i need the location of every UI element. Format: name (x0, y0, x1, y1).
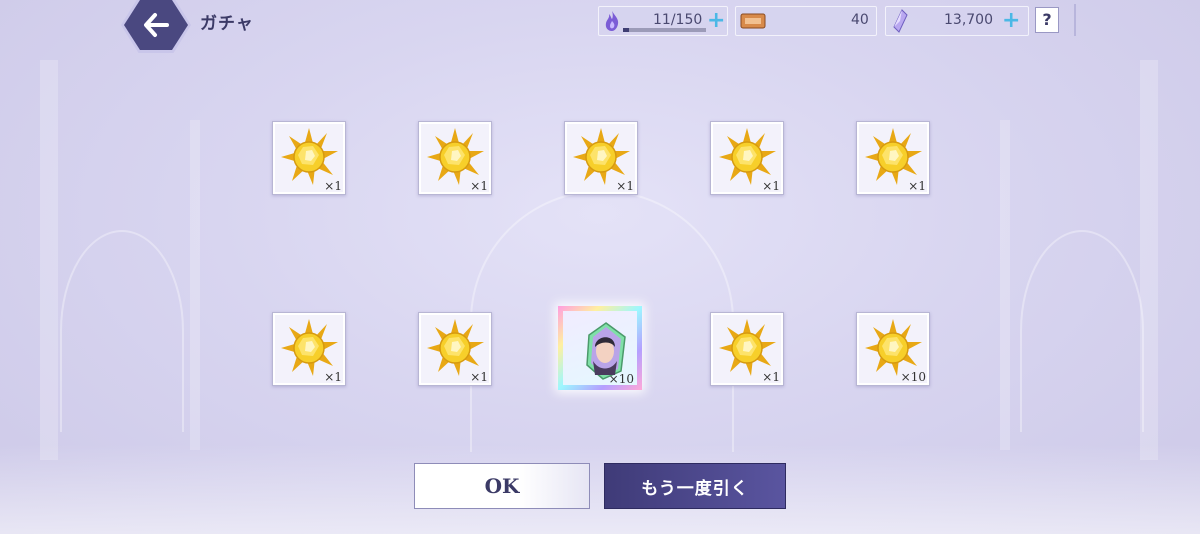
stamina-counter: 11/150 + (598, 6, 728, 36)
item-quantity: ×1 (762, 179, 780, 193)
gold-crystal-icon (719, 319, 776, 376)
item-quantity: ×1 (470, 179, 488, 193)
result-item[interactable]: ×10 (558, 306, 642, 390)
gold-crystal-icon (865, 319, 922, 376)
draw-again-button[interactable]: もう一度引く (604, 463, 786, 509)
arrow-left-icon (144, 13, 169, 37)
page-title: ガチャ (200, 14, 254, 34)
gold-crystal-icon (427, 128, 484, 185)
gold-crystal-icon (281, 128, 338, 185)
result-item[interactable]: ×1 (418, 121, 492, 195)
gold-crystal-icon (573, 128, 630, 185)
item-quantity: ×10 (608, 372, 634, 386)
item-quantity: ×1 (324, 179, 342, 193)
gem-value: 13,700 (944, 12, 993, 28)
stamina-bar (623, 28, 706, 32)
result-item[interactable]: ×1 (272, 121, 346, 195)
item-quantity: ×10 (900, 370, 926, 384)
gold-crystal-icon (427, 319, 484, 376)
result-item[interactable]: ×1 (564, 121, 638, 195)
result-item[interactable]: ×1 (856, 121, 930, 195)
help-button[interactable]: ? (1035, 7, 1059, 33)
ticket-value: 40 (851, 12, 869, 28)
gold-crystal-icon (865, 128, 922, 185)
gem-plus-button[interactable]: + (1002, 8, 1020, 33)
crystal-shard-icon (893, 9, 908, 33)
stamina-value: 11/150 (653, 12, 703, 28)
flame-icon (605, 11, 619, 31)
item-quantity: ×1 (908, 179, 926, 193)
item-quantity: ×1 (616, 179, 634, 193)
gem-counter: 13,700 + (885, 6, 1029, 36)
item-quantity: ×1 (324, 370, 342, 384)
gold-crystal-icon (719, 128, 776, 185)
ticket-icon (740, 13, 766, 29)
stamina-plus-button[interactable]: + (707, 8, 725, 33)
result-item[interactable]: ×1 (710, 312, 784, 386)
item-quantity: ×1 (762, 370, 780, 384)
item-quantity: ×1 (470, 370, 488, 384)
gold-crystal-icon (281, 319, 338, 376)
result-item[interactable]: ×1 (272, 312, 346, 386)
back-button[interactable] (121, 0, 191, 53)
ticket-counter: 40 (735, 6, 877, 36)
result-item[interactable]: ×1 (418, 312, 492, 386)
result-item[interactable]: ×10 (856, 312, 930, 386)
result-item[interactable]: ×1 (710, 121, 784, 195)
ok-button[interactable]: OK (414, 463, 590, 509)
